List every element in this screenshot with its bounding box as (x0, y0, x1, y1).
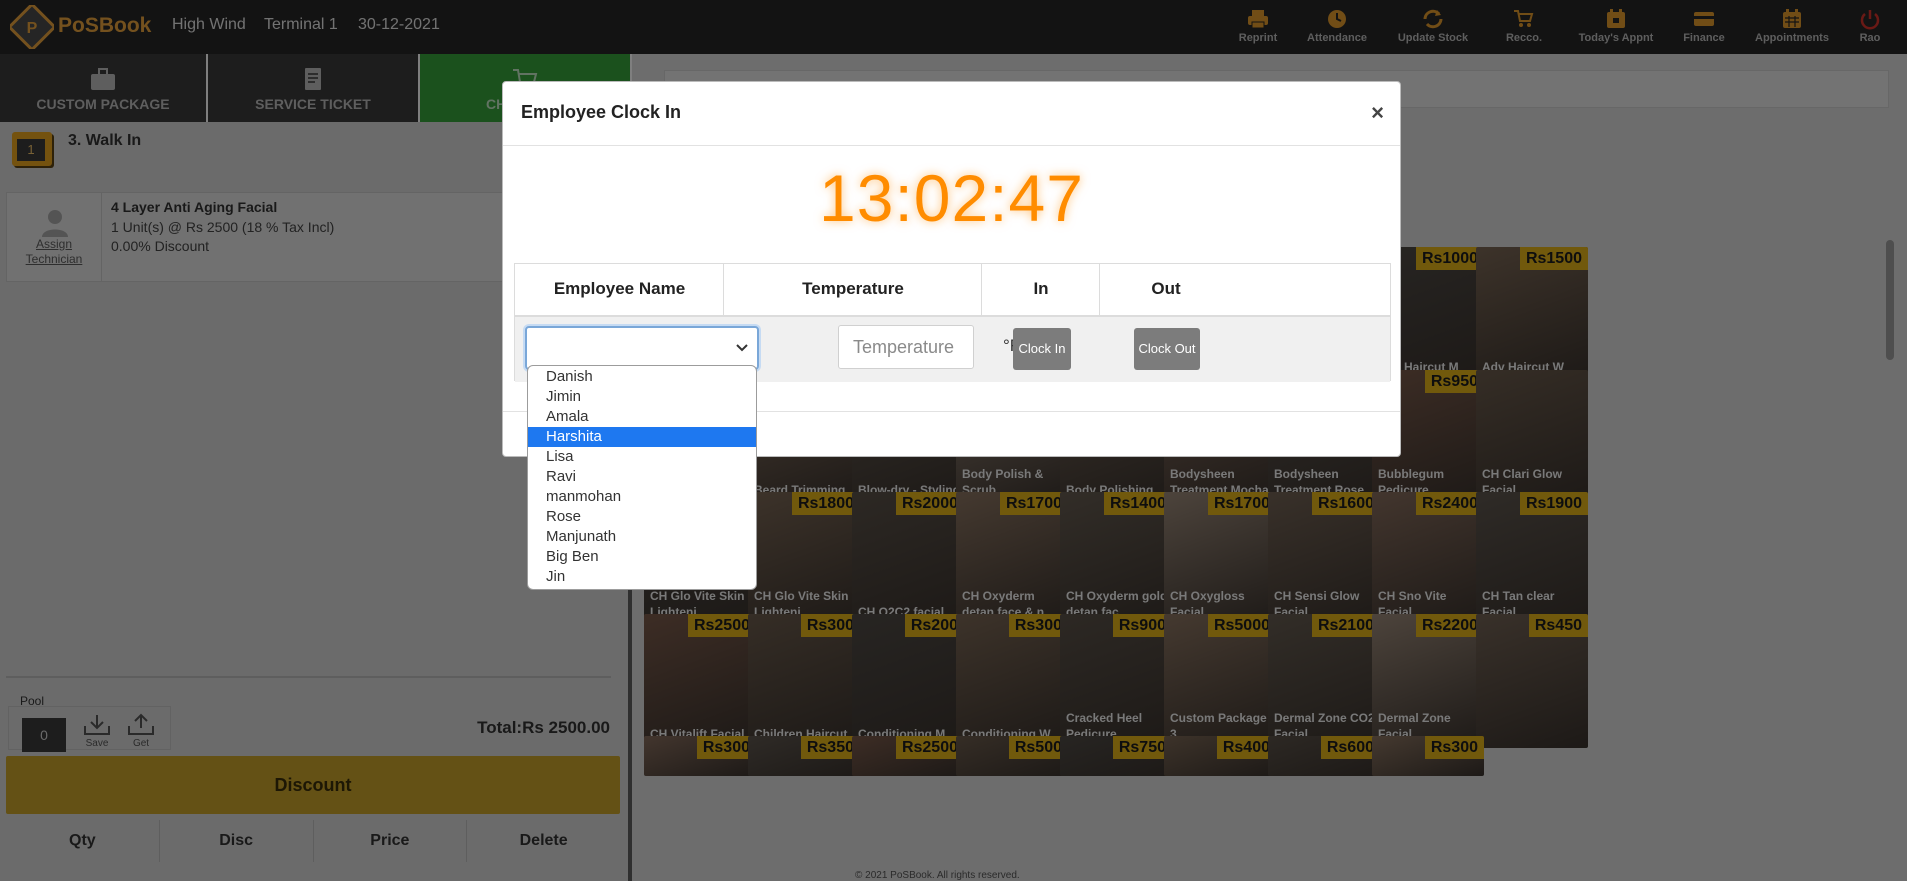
dropdown-option[interactable]: Big Ben (528, 547, 756, 567)
live-clock: 13:02:47 (819, 161, 1084, 235)
chevron-down-icon (736, 344, 748, 352)
dropdown-option[interactable]: Jin (528, 567, 756, 587)
header-in: In (1033, 279, 1049, 298)
header-out: Out (1151, 279, 1181, 298)
employee-dropdown-list: Danish Jimin Amala Harshita Lisa Ravi manmohan… (527, 365, 757, 590)
dropdown-option[interactable]: Danish (528, 367, 756, 387)
modal-title: Employee Clock In (521, 102, 682, 122)
dropdown-option[interactable]: Ravi (528, 467, 756, 487)
dropdown-option[interactable]: Jimin (528, 387, 756, 407)
divider (503, 145, 1400, 146)
header-employee-name: Employee Name (553, 279, 686, 298)
clock-out-button[interactable]: Clock Out (1134, 328, 1200, 370)
dropdown-option[interactable]: manmohan (528, 487, 756, 507)
clock-in-button[interactable]: Clock In (1013, 328, 1071, 370)
dropdown-option[interactable]: Lisa (528, 447, 756, 467)
dropdown-option[interactable]: Harshita (528, 427, 756, 447)
dropdown-option[interactable]: Manjunath (528, 527, 756, 547)
header-temperature: Temperature (802, 279, 904, 298)
dropdown-option[interactable]: Rose (528, 507, 756, 527)
temperature-input[interactable]: Temperature (838, 325, 974, 369)
close-icon[interactable]: × (1371, 100, 1384, 126)
dropdown-option[interactable]: Amala (528, 407, 756, 427)
clock-in-table: Employee Name Temperature In Out Tempera… (514, 263, 1391, 382)
employee-select[interactable] (525, 326, 759, 370)
